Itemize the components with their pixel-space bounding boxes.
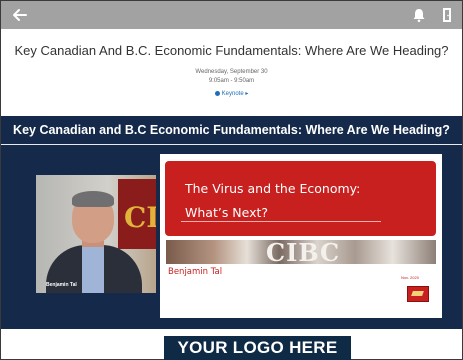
speaker-banner-text: CI [124,201,156,234]
keynote-dot-icon [214,90,220,96]
bell-icon[interactable] [412,7,426,23]
session-title: Key Canadian And B.C. Economic Fundament… [14,43,449,58]
back-arrow-icon[interactable] [11,6,29,24]
session-time: 9:05am - 9:50am [208,78,255,84]
slide-title-line2: What’s Next? [185,205,269,220]
exit-icon[interactable] [442,7,454,23]
slide-presenter-name: Benjamin Tal [168,267,223,277]
session-date: Wednesday, September 30 [195,69,268,75]
slide-photo-text: CIBC [266,238,341,267]
slide-title-line1: The Virus and the Economy: [185,181,361,196]
cibc-logo-icon [407,286,429,302]
speaker-shirt [82,247,104,293]
keynote-tag[interactable]: Keynote ▸ [1,90,462,97]
top-bar [1,1,462,29]
keynote-label: Keynote [221,91,244,97]
stage-divider [1,144,462,145]
slide-photo-strip: CIBC [166,238,436,267]
slide-title-banner [165,161,436,236]
stage-title: Key Canadian and B.C Economic Fundamenta… [13,123,450,137]
speaker-video[interactable]: CI Benjamin Tal [36,175,156,293]
speaker-name: Benjamin Tal [46,282,77,288]
slide-divider [181,221,381,222]
logo-placeholder: YOUR LOGO HERE [164,336,351,360]
speaker-hair [72,191,114,207]
app-window: Key Canadian And B.C. Economic Fundament… [0,0,463,360]
slide-date: Nov. 2020 [401,275,419,280]
